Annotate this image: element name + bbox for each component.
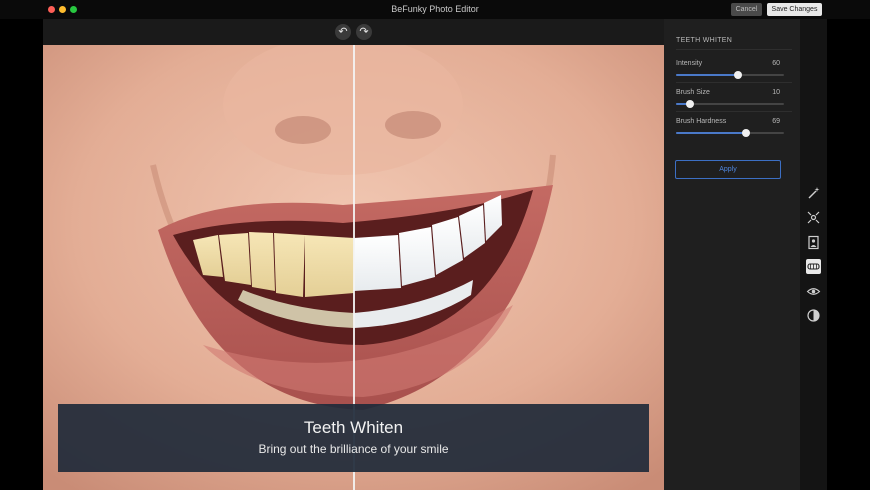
panel-divider — [676, 49, 792, 50]
tool-rail — [800, 19, 827, 490]
caption-subtitle: Bring out the brilliance of your smile — [258, 442, 449, 456]
brush-hardness-slider-handle[interactable] — [742, 129, 751, 137]
brush-hardness-slider-fill — [676, 132, 747, 134]
apply-button[interactable]: Apply — [675, 160, 781, 179]
sparkle-icon[interactable] — [806, 210, 821, 225]
redo-icon[interactable]: ↷ — [356, 24, 372, 40]
teeth-icon[interactable] — [806, 259, 821, 274]
cancel-button[interactable]: Cancel — [731, 3, 762, 16]
intensity-slider[interactable] — [676, 71, 784, 79]
magic-wand-icon[interactable] — [806, 186, 821, 201]
contrast-icon[interactable] — [806, 308, 821, 323]
intensity-slider-fill — [676, 74, 738, 76]
save-changes-button[interactable]: Save Changes — [767, 3, 822, 16]
portrait-frame-icon[interactable] — [806, 235, 821, 250]
title-bar: BeFunky Photo Editor Cancel Save Changes — [0, 0, 870, 19]
caption-title: Teeth Whiten — [303, 418, 404, 437]
eye-icon[interactable] — [806, 284, 821, 299]
intensity-value: 60 — [772, 60, 780, 67]
panel-divider — [676, 111, 792, 112]
window-edge — [827, 19, 870, 490]
canvas-toolbar: ↶ ↷ — [43, 19, 664, 45]
photo-canvas[interactable]: Teeth Whiten Bring out the brilliance of… — [43, 45, 664, 490]
undo-icon[interactable]: ↶ — [335, 24, 351, 40]
brush-hardness-value: 69 — [772, 118, 780, 125]
brush-hardness-label: Brush Hardness — [676, 118, 727, 125]
intensity-label: Intensity — [676, 60, 703, 67]
brush-size-value: 10 — [772, 89, 780, 96]
panel-divider — [676, 82, 792, 83]
panel-title: TEETH WHITEN — [676, 37, 733, 44]
feature-caption: Teeth Whiten Bring out the brilliance of… — [58, 404, 649, 472]
brush-size-slider-handle[interactable] — [686, 100, 695, 108]
brush-hardness-slider[interactable] — [676, 129, 784, 137]
teeth-whiten-panel: TEETH WHITEN Intensity 60 Brush Size 10 … — [664, 19, 800, 490]
intensity-slider-handle[interactable] — [733, 71, 742, 79]
brush-size-slider[interactable] — [676, 100, 784, 108]
brush-size-label: Brush Size — [676, 89, 710, 96]
